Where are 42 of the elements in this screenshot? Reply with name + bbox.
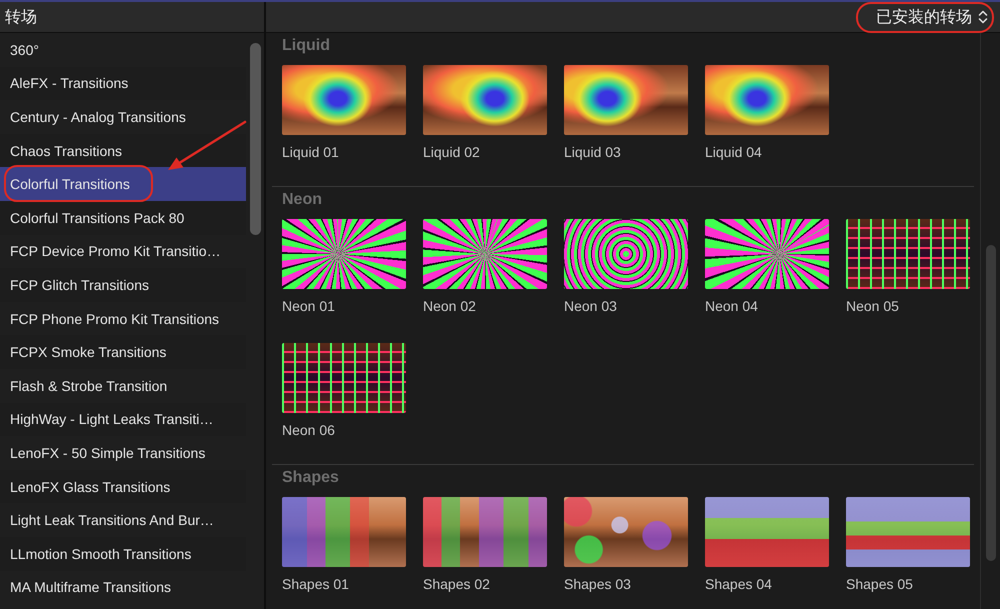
transition-preview[interactable] [846, 219, 970, 289]
transition-name: Shapes 01 [282, 576, 350, 593]
transition-preview[interactable] [282, 219, 406, 289]
section-heading: Neon [281, 190, 323, 210]
transition-name: Neon 04 [705, 298, 759, 315]
transition-name: Liquid 04 [705, 144, 763, 161]
transition-preview[interactable] [423, 65, 547, 135]
sidebar-item[interactable]: 360° [0, 33, 246, 67]
sidebar-item[interactable]: Century - Analog Transitions [0, 100, 246, 134]
sidebar-item[interactable]: LenoFX - 50 Simple Transitions [0, 436, 246, 470]
transition-preview[interactable] [282, 343, 406, 413]
sidebar-item[interactable]: FCP Device Promo Kit Transitio… [0, 234, 246, 268]
transition-name: Liquid 03 [564, 144, 622, 161]
transition-preview[interactable] [564, 219, 688, 289]
transition-preview[interactable] [564, 65, 688, 135]
sidebar-item[interactable]: MA Multiframe Transitions [0, 570, 246, 604]
transition-name: Neon 01 [282, 298, 336, 315]
transition-name: Neon 06 [282, 422, 336, 439]
section-heading: Shapes [281, 468, 340, 488]
sidebar-item[interactable]: FCP Phone Promo Kit Transitions [0, 302, 246, 336]
transition-name: Shapes 04 [705, 576, 773, 593]
section-heading: Liquid [281, 36, 331, 56]
transition-preview[interactable] [423, 219, 547, 289]
transition-preview[interactable] [705, 65, 829, 135]
transition-name: Shapes 03 [564, 576, 632, 593]
transition-name: Neon 02 [423, 298, 477, 315]
transition-name: Shapes 05 [846, 576, 914, 593]
sidebar-item[interactable]: Colorful Transitions [0, 167, 246, 201]
transition-name: Shapes 02 [423, 576, 491, 593]
transition-name: Neon 05 [846, 298, 900, 315]
scrollbar-thumb[interactable] [986, 245, 996, 561]
filter-dropdown[interactable]: 已安装的转场 [874, 4, 990, 30]
sidebar-item[interactable]: Light Leak Transitions And Bur… [0, 503, 246, 537]
transition-name: Liquid 02 [423, 144, 481, 161]
transition-name: Liquid 01 [282, 144, 340, 161]
panel-title: 转场 [4, 8, 37, 28]
scrollbar-thumb[interactable] [250, 43, 260, 235]
transition-preview[interactable] [282, 65, 406, 135]
sidebar-item[interactable]: Flash & Strobe Transition [0, 368, 246, 403]
transition-name: Neon 03 [564, 298, 618, 315]
updown-chevron-icon [978, 10, 988, 24]
transition-preview[interactable] [705, 219, 829, 289]
